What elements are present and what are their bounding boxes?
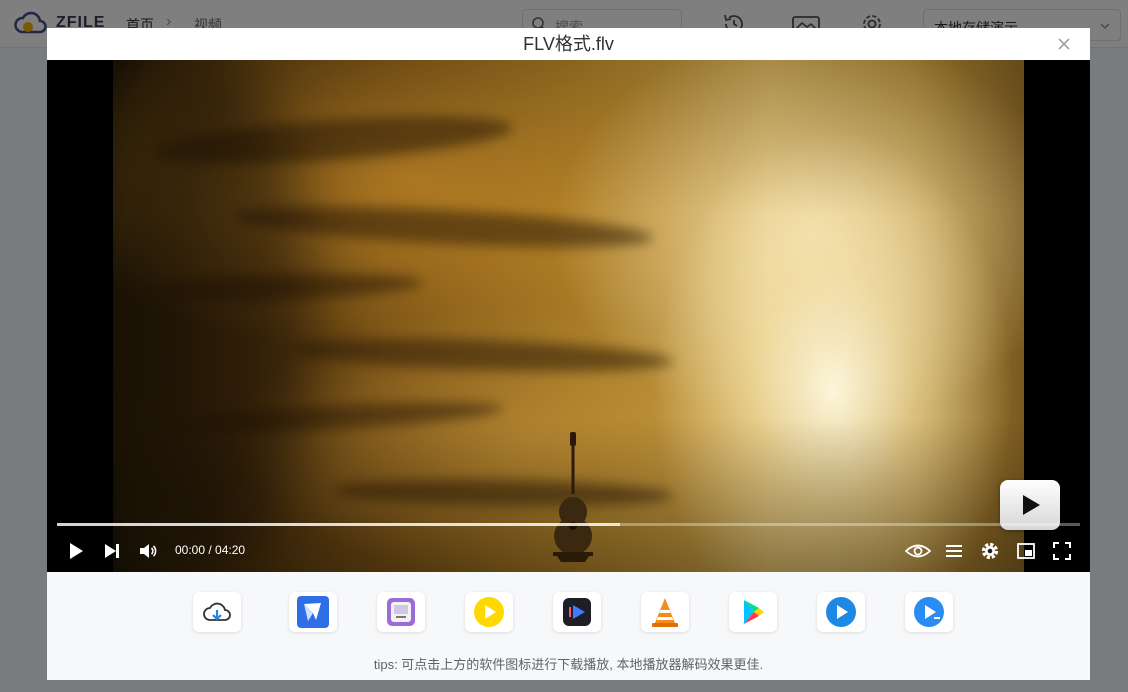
- video-frame: [113, 60, 1024, 572]
- eye-button[interactable]: [905, 540, 931, 562]
- list-icon: [946, 545, 962, 557]
- vlc-icon: [652, 598, 678, 627]
- yellow-player-icon: [474, 597, 504, 627]
- potplayer-icon: [297, 596, 329, 628]
- gear-icon: [981, 542, 999, 560]
- skip-next-icon: [105, 544, 119, 558]
- play-icon: [1023, 495, 1040, 515]
- cloud-download-icon: [203, 602, 231, 621]
- iina-icon: [387, 598, 415, 626]
- volume-icon: [140, 544, 157, 558]
- guitar-silhouette-icon: [553, 432, 593, 562]
- app-blue-player[interactable]: [817, 592, 865, 632]
- play-icon: [70, 543, 83, 559]
- app-yellow-player[interactable]: [465, 592, 513, 632]
- app-iina[interactable]: [377, 592, 425, 632]
- settings-button[interactable]: [979, 540, 1001, 562]
- progress-buffered: [57, 523, 620, 526]
- pip-button[interactable]: [1015, 540, 1037, 562]
- app-google-play[interactable]: [729, 592, 777, 632]
- video-preview-dialog: FLV格式.flv 00:00 / 04:20 tips: 可点击上方的软件图标…: [47, 28, 1090, 680]
- app-mx-player[interactable]: [905, 592, 953, 632]
- picture-in-picture-icon: [1017, 543, 1035, 559]
- fullscreen-icon: [1053, 542, 1071, 560]
- app-cloud-download[interactable]: [193, 592, 241, 632]
- external-players-area: tips: 可点击上方的软件图标进行下载播放, 本地播放器解码效果更佳.: [47, 572, 1090, 680]
- tips-text: tips: 可点击上方的软件图标进行下载播放, 本地播放器解码效果更佳.: [373, 657, 764, 672]
- video-player[interactable]: 00:00 / 04:20: [47, 60, 1090, 572]
- close-icon[interactable]: [1056, 36, 1072, 52]
- google-play-icon: [744, 600, 764, 624]
- app-vlc[interactable]: [641, 592, 689, 632]
- volume-button[interactable]: [137, 540, 159, 562]
- play-button[interactable]: [65, 540, 87, 562]
- app-dark-player[interactable]: [553, 592, 601, 632]
- eye-icon: [905, 544, 931, 558]
- blue-player-icon: [826, 597, 856, 627]
- next-button[interactable]: [101, 540, 123, 562]
- app-potplayer[interactable]: [289, 592, 337, 632]
- time-display: 00:00 / 04:20: [175, 543, 246, 557]
- mx-player-icon: [914, 597, 944, 627]
- fullscreen-button[interactable]: [1051, 540, 1073, 562]
- progress-bar[interactable]: [57, 523, 1080, 526]
- dark-player-icon: [563, 598, 591, 626]
- playlist-button[interactable]: [943, 540, 965, 562]
- dialog-title: FLV格式.flv: [523, 34, 614, 54]
